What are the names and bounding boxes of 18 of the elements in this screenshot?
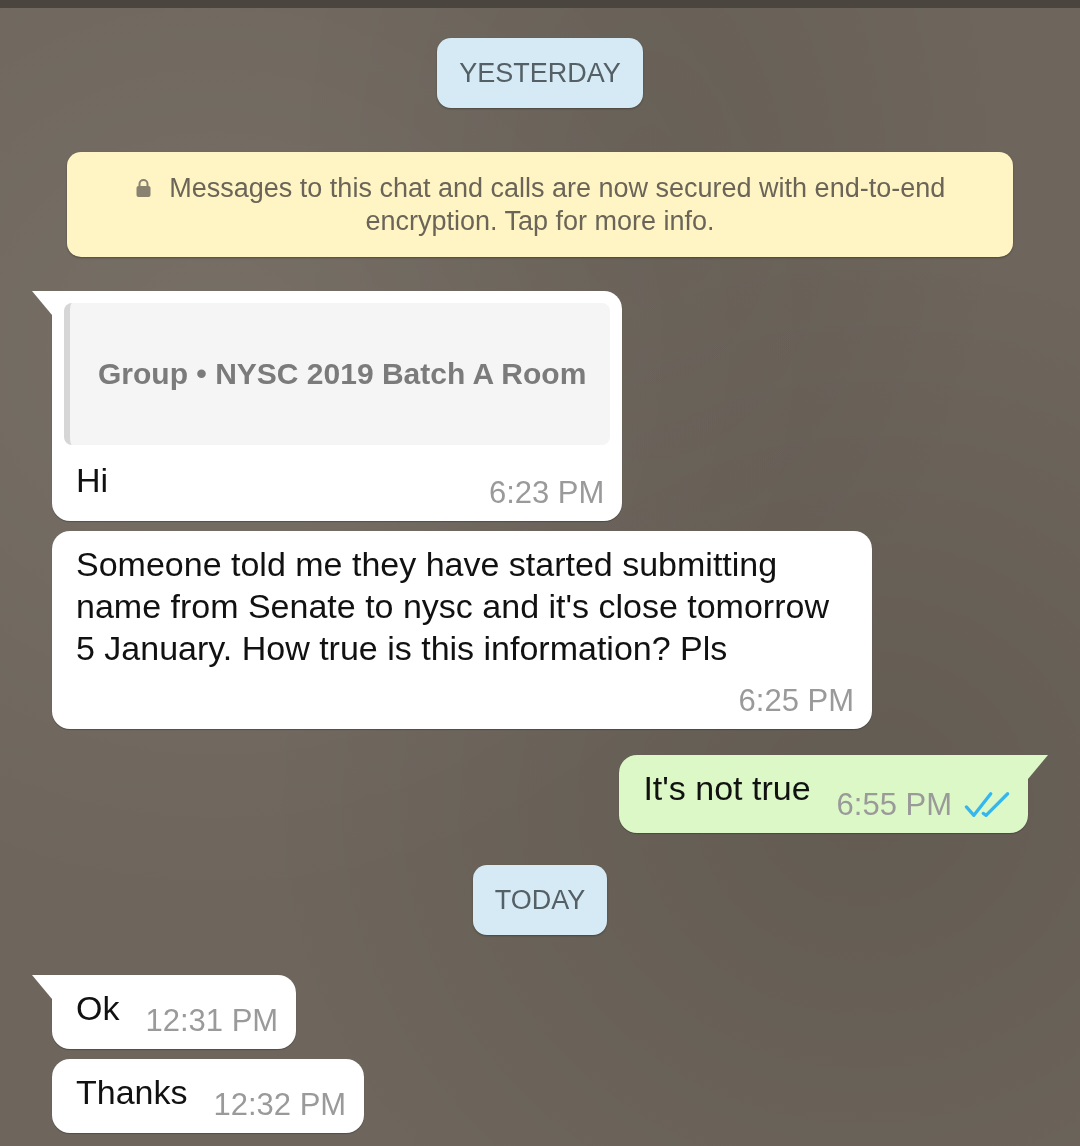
date-chip: TODAY bbox=[472, 865, 608, 935]
message-time: 6:23 PM bbox=[488, 474, 605, 512]
notice-text: Messages to this chat and calls are now secured with end-to-end encryption. Tap for more info. bbox=[169, 173, 946, 236]
message-time: 6:55 PM bbox=[836, 786, 952, 824]
message-time: 12:31 PM bbox=[145, 1002, 279, 1040]
message-time: 12:32 PM bbox=[213, 1086, 347, 1124]
message-bubble[interactable]: Thanks 12:32 PM bbox=[52, 1059, 365, 1133]
message-time: 6:25 PM bbox=[738, 682, 854, 720]
message-text: It's not true bbox=[643, 768, 811, 809]
lock-icon bbox=[134, 178, 152, 198]
message-text: Thanks bbox=[76, 1072, 188, 1113]
date-chip: YESTERDAY bbox=[437, 38, 643, 108]
message-bubble[interactable]: Someone told me they have started submitting name from Senate to nysc and it's close tomorrow 5 January. How true is this information? Pls 6:25 PM bbox=[52, 531, 872, 729]
message-text: Hi bbox=[76, 460, 109, 501]
encryption-notice[interactable]: Messages to this chat and calls are now secured with end-to-end encryption. Tap for more info. bbox=[67, 152, 1013, 257]
message-text: Ok bbox=[76, 988, 120, 1029]
message-text: Someone told me they have started submitting name from Senate to nysc and it's close tomorrow 5 January. How true is this information? Pls bbox=[76, 544, 830, 669]
quoted-message[interactable]: Group • NYSC 2019 Batch A Room bbox=[64, 303, 611, 445]
